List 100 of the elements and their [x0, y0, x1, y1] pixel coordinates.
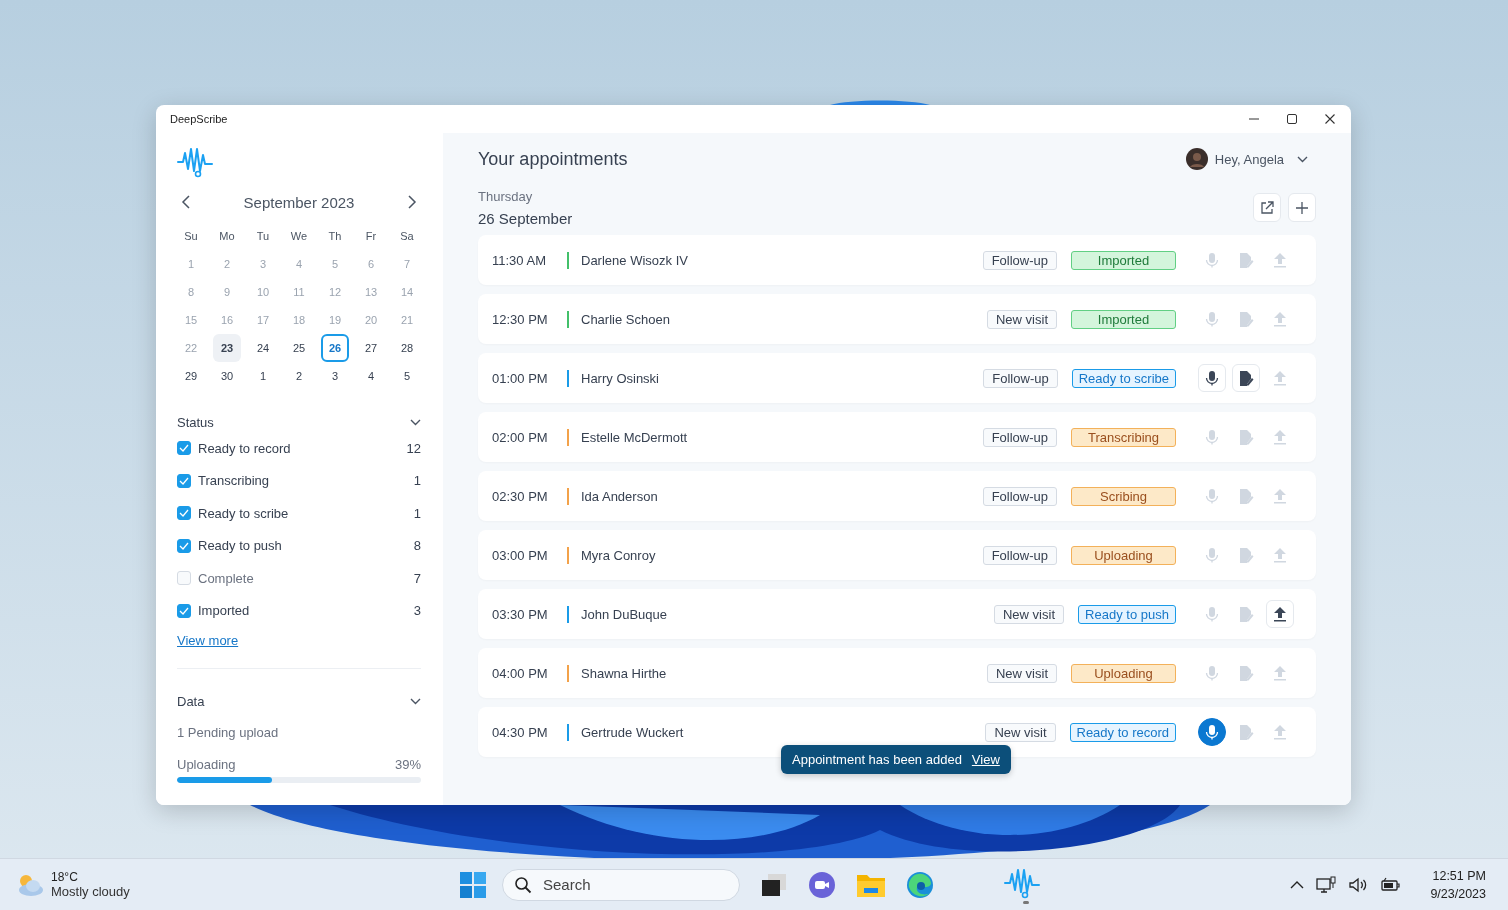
filter-label: Imported [198, 603, 251, 619]
video-chat-icon[interactable] [808, 870, 836, 899]
calendar-day[interactable]: 25 [285, 334, 313, 362]
browser-icon[interactable] [906, 870, 934, 899]
microphone-icon [1204, 605, 1220, 623]
document-edit-icon [1238, 546, 1254, 564]
add-button[interactable] [1288, 193, 1316, 222]
calendar-day[interactable]: 28 [393, 334, 421, 362]
visit-type-tag: New visit [987, 663, 1057, 683]
chevron-down-icon[interactable] [1297, 155, 1308, 163]
checkbox[interactable] [177, 603, 191, 618]
window-title: DeepScribe [170, 113, 228, 125]
document-edit-icon [1238, 605, 1254, 623]
document-edit-icon [1238, 723, 1254, 741]
visit-type-tag: Follow-up [982, 545, 1057, 565]
appointment-card[interactable]: 03:30 PM John DuBuque New visit Ready to push [478, 589, 1316, 639]
date-text: 26 September [478, 210, 573, 227]
calendar-day[interactable]: 4 [357, 362, 385, 390]
filter-count: 1 [413, 505, 421, 521]
maximize-icon[interactable] [1286, 113, 1298, 125]
filter-label: Ready to scribe [198, 505, 290, 521]
weekday-label: Fr [365, 230, 377, 242]
month-title: September 2023 [243, 193, 355, 211]
filter-label: Transcribing [198, 473, 271, 489]
calendar-day[interactable]: 27 [357, 334, 385, 362]
visit-type-tag: Follow-up [982, 486, 1057, 506]
chevron-down-icon[interactable] [410, 697, 421, 705]
appointment-time: 03:00 PM [492, 547, 549, 563]
weekday-label: Su [184, 230, 198, 242]
appointment-time: 02:00 PM [492, 429, 549, 445]
next-month-icon[interactable] [407, 195, 417, 209]
external-link-icon [1260, 200, 1274, 215]
calendar-day[interactable]: 1 [249, 362, 277, 390]
calendar-day[interactable]: 30 [213, 362, 241, 390]
chevron-down-icon[interactable] [410, 418, 421, 426]
page-title: Your appointments [478, 148, 628, 170]
upload-icon [1272, 369, 1288, 387]
weekday-label: Tu [256, 230, 270, 242]
network-icon[interactable] [1316, 875, 1337, 894]
close-icon[interactable] [1324, 113, 1336, 125]
document-edit-button[interactable] [1232, 364, 1260, 392]
pending-upload-text: 1 Pending upload [177, 725, 280, 740]
patient-name: Myra Conroy [581, 547, 656, 563]
upload-icon [1272, 487, 1288, 505]
appointment-time: 01:00 PM [492, 370, 549, 386]
calendar-day[interactable]: 2 [285, 362, 313, 390]
calendar-day[interactable]: 24 [249, 334, 277, 362]
filter-label: Ready to push [198, 538, 283, 554]
appointment-card[interactable]: 01:00 PM Harry Osinski Follow-up Ready to scribe [478, 353, 1316, 403]
document-edit-icon [1238, 251, 1254, 269]
avatar-icon [1185, 148, 1208, 170]
filter-label: Ready to record [198, 440, 292, 456]
visit-type-tag: New visit [987, 309, 1057, 329]
plus-icon [1295, 200, 1309, 215]
appointment-time: 04:30 PM [492, 724, 549, 740]
checkbox[interactable] [177, 506, 191, 521]
export-button[interactable] [1253, 193, 1281, 222]
section-title: Data [177, 693, 205, 709]
upload-button[interactable] [1266, 600, 1294, 628]
view-more-link[interactable]: View more [177, 633, 239, 648]
upload-icon [1272, 310, 1288, 328]
calendar-day[interactable]: 26 [321, 334, 349, 362]
patient-name: Estelle McDermott [581, 429, 688, 445]
previous-month-icon[interactable] [181, 195, 191, 209]
volume-icon[interactable] [1348, 876, 1369, 893]
document-edit-icon [1238, 487, 1254, 505]
checkbox[interactable] [177, 441, 191, 456]
weekday-label: Th [328, 230, 342, 242]
appointment-time: 12:30 PM [492, 311, 549, 327]
appointment-time: 02:30 PM [492, 488, 549, 504]
chevron-up-icon[interactable] [1290, 880, 1305, 889]
patient-name: Ida Anderson [581, 488, 658, 504]
patient-name: Harry Osinski [581, 370, 659, 386]
status-tag: Uploading [1071, 545, 1176, 565]
calendar-day[interactable]: 29 [177, 362, 205, 390]
search-field[interactable]: Search [502, 868, 740, 901]
microphone-icon [1204, 428, 1220, 446]
weather-text: Mostly cloudy [51, 884, 130, 899]
status-tag: Scribing [1071, 486, 1176, 506]
status-tag: Ready to scribe [1071, 368, 1176, 388]
document-edit-icon [1238, 664, 1254, 682]
task-view-icon[interactable] [760, 871, 788, 898]
visit-type-tag: Follow-up [983, 368, 1058, 388]
upload-icon [1272, 428, 1288, 446]
start-icon[interactable] [460, 871, 486, 898]
battery-icon[interactable] [1380, 876, 1401, 893]
calendar-day[interactable]: 5 [393, 362, 421, 390]
filter-label: Complete [198, 570, 255, 586]
filter-count: 3 [413, 603, 421, 619]
checkbox[interactable] [177, 473, 191, 488]
weekday-text: Thursday [478, 189, 534, 204]
patient-name: Gertrude Wuckert [581, 724, 684, 740]
appointment-time: 11:30 AM [492, 252, 547, 268]
clock-date[interactable]: 9/23/2023 [1430, 884, 1486, 903]
checkbox[interactable] [177, 538, 191, 553]
clock-time[interactable]: 12:51 PM [1430, 866, 1486, 885]
microphone-button[interactable] [1198, 718, 1226, 746]
calendar-day[interactable]: 23 [213, 334, 241, 362]
microphone-icon [1204, 310, 1220, 328]
calendar-day[interactable]: 3 [321, 362, 349, 390]
